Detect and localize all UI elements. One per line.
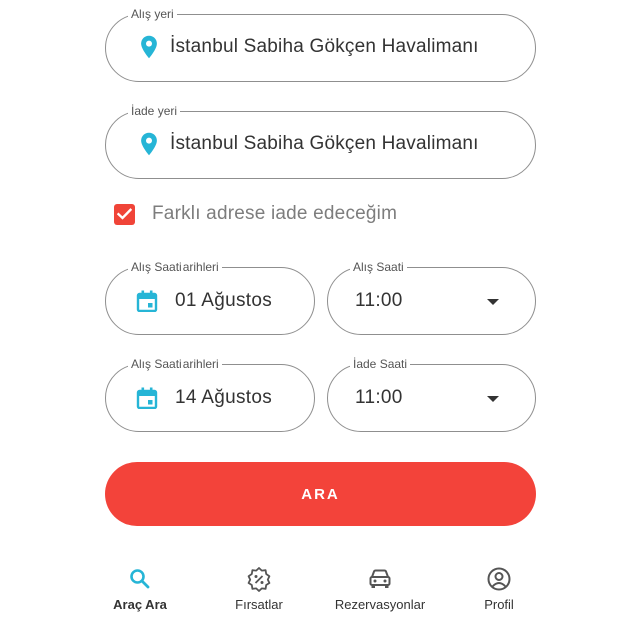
bottom-navigation: Araç Ara Fırsatlar Rezervasyonlar Profil	[0, 560, 640, 640]
profile-icon	[487, 567, 511, 591]
different-address-checkbox[interactable]	[114, 203, 135, 225]
search-button[interactable]: ARA	[105, 462, 536, 526]
nav-item-arac-ara[interactable]: Araç Ara	[75, 566, 205, 612]
nav-label: Fırsatlar	[235, 597, 283, 612]
return-date-legend: Alış Saatiarihleri	[128, 356, 222, 372]
pickup-location-legend: Alış yeri	[128, 6, 177, 22]
different-address-option[interactable]: Farklı adrese iade edeceğim	[114, 203, 397, 225]
return-time-legend: İade Saati	[350, 356, 411, 372]
location-pin-icon	[141, 132, 157, 156]
nav-label: Araç Ara	[113, 597, 167, 612]
nav-item-firsatlar[interactable]: Fırsatlar	[194, 566, 324, 612]
pickup-date-field[interactable]: Alış Saatiarihleri 01 Ağustos	[105, 259, 315, 335]
nav-item-profil[interactable]: Profil	[434, 566, 564, 612]
return-time-select[interactable]: İade Saati 11:00	[327, 356, 536, 432]
return-date-value: 14 Ağustos	[175, 387, 273, 408]
dropdown-arrow-icon	[487, 299, 499, 305]
different-address-label: Farklı adrese iade edeceğim	[152, 203, 398, 224]
checkmark-icon	[117, 208, 132, 220]
return-location-legend: İade yeri	[128, 103, 181, 119]
pickup-date-legend: Alış Saatiarihleri	[128, 259, 222, 275]
return-location-value: İstanbul Sabiha Gökçen Havalimanı	[170, 133, 479, 154]
pickup-date-value: 01 Ağustos	[175, 290, 273, 311]
dropdown-arrow-icon	[487, 396, 499, 402]
car-icon	[369, 569, 391, 588]
nav-label: Rezervasyonlar	[334, 597, 426, 612]
search-icon	[130, 569, 150, 589]
return-location-field[interactable]: İade yeri İstanbul Sabiha Gökçen Havalim…	[105, 103, 536, 179]
return-date-field[interactable]: Alış Saatiarihleri 14 Ağustos	[105, 356, 315, 432]
calendar-icon	[136, 387, 158, 409]
pickup-time-select[interactable]: Alış Saati 11:00	[327, 259, 536, 335]
location-pin-icon	[141, 35, 157, 59]
discount-badge-icon	[247, 567, 271, 592]
pickup-location-field[interactable]: Alış yeri İstanbul Sabiha Gökçen Havalim…	[105, 6, 536, 82]
nav-label: Profil	[484, 597, 514, 612]
calendar-icon	[136, 290, 158, 312]
pickup-time-value: 11:00	[355, 290, 403, 311]
pickup-location-value: İstanbul Sabiha Gökçen Havalimanı	[170, 36, 479, 57]
return-time-value: 11:00	[355, 387, 403, 408]
nav-item-rezervasyonlar[interactable]: Rezervasyonlar	[315, 566, 445, 612]
pickup-time-legend: Alış Saati	[350, 259, 407, 275]
